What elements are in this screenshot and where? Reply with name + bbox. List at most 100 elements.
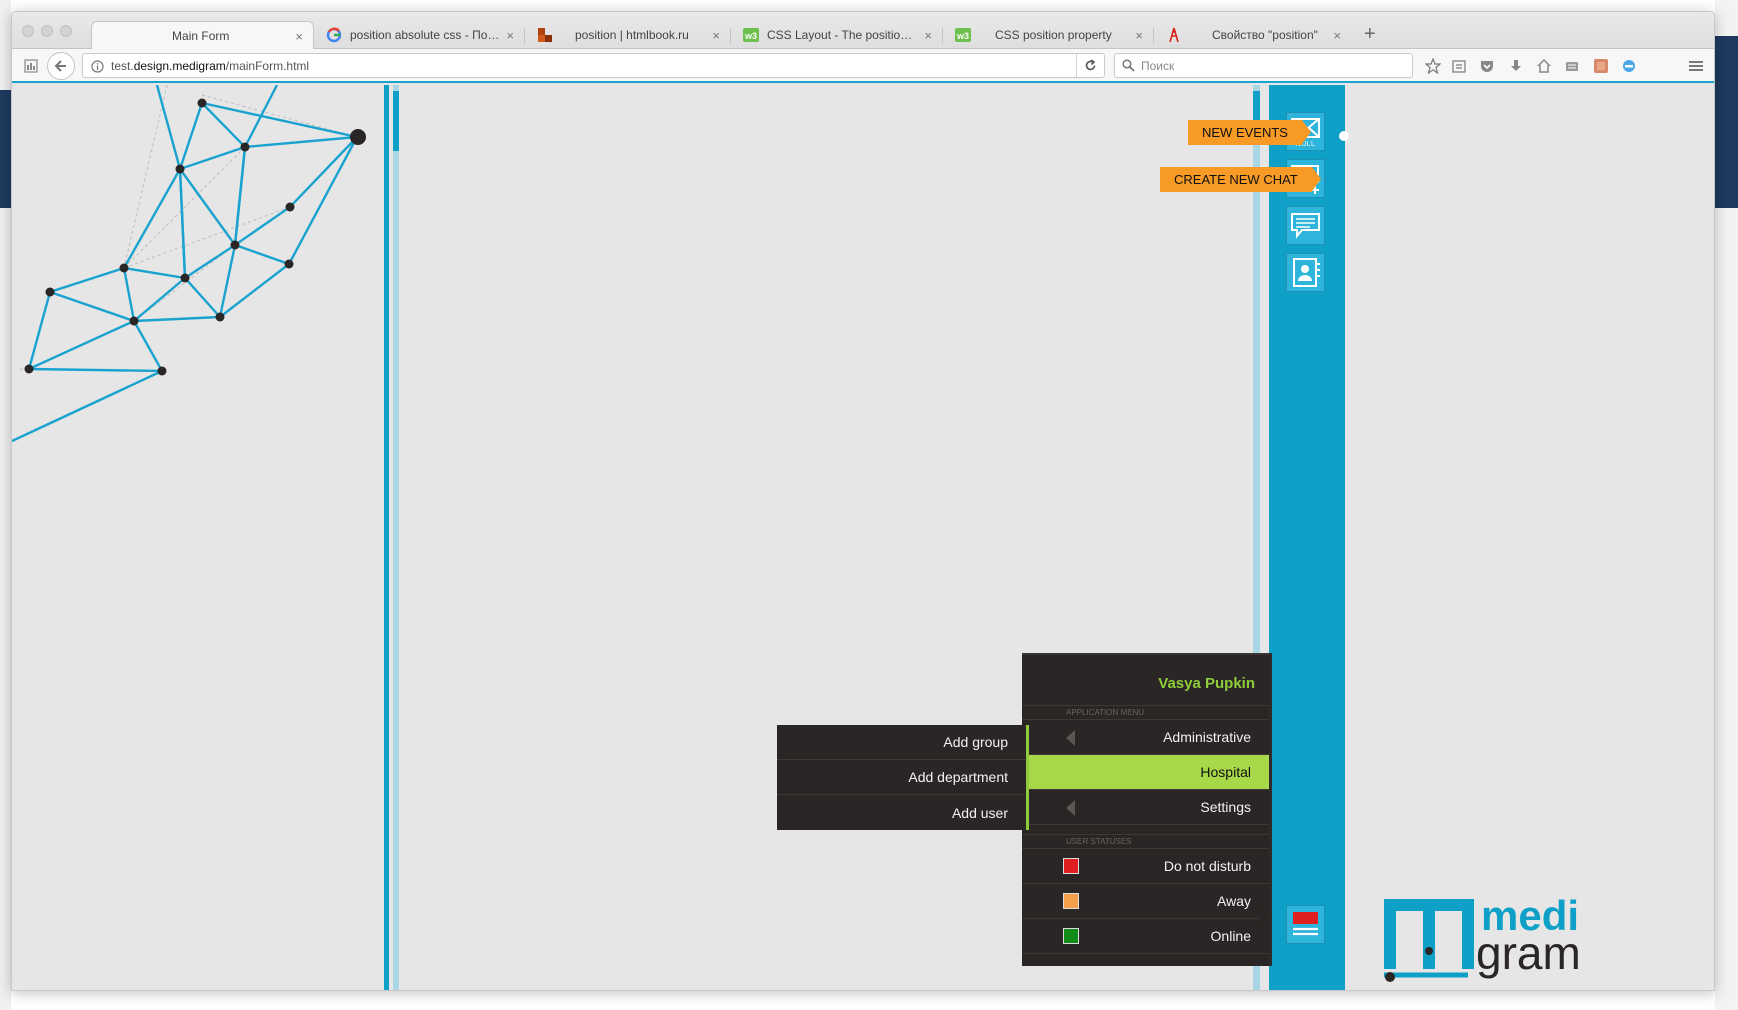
w3schools-icon: w3 [743, 28, 759, 42]
tab-close-icon[interactable]: × [712, 28, 720, 43]
status-color-square [1063, 893, 1079, 909]
reading-list-icon[interactable] [1451, 58, 1467, 74]
w3schools-icon: w3 [955, 28, 971, 42]
back-button[interactable] [47, 52, 75, 80]
htmlbook-icon [538, 28, 552, 42]
tab-close-icon[interactable]: × [924, 28, 932, 43]
tab-w3schools-layout[interactable]: w3 CSS Layout - The position ... × [731, 21, 942, 49]
status-online[interactable]: Online [1022, 919, 1269, 954]
menu-icon[interactable] [1688, 58, 1704, 74]
user-statuses-label: USER STATUSES [1022, 834, 1269, 849]
menu-item-label: Administrative [1163, 729, 1251, 745]
zoom-window-button[interactable] [60, 25, 72, 37]
download-icon[interactable] [1508, 58, 1524, 74]
left-scroll-thumb[interactable] [393, 91, 399, 151]
chat-icon [1291, 213, 1320, 239]
submenu-item-label: Add department [908, 769, 1008, 785]
svg-text:w3: w3 [744, 31, 757, 41]
status-do-not-disturb[interactable]: Do not disturb [1022, 849, 1269, 884]
close-window-button[interactable] [22, 25, 34, 37]
menu-item-label: Settings [1200, 799, 1251, 815]
status-label: Away [1217, 893, 1251, 909]
tab-close-icon[interactable]: × [1135, 28, 1143, 43]
submenu-item-add-user[interactable]: Add user [777, 795, 1026, 830]
bookmark-star-icon[interactable] [1425, 58, 1441, 74]
medigram-logo: medi gram [1384, 892, 1581, 982]
reload-button[interactable] [1076, 54, 1104, 77]
logo-text-gram: gram [1476, 927, 1581, 979]
status-flag-icon [1293, 912, 1318, 936]
left-divider-bar [384, 85, 389, 990]
url-prefix: test. [111, 58, 134, 73]
submenu-item-add-department[interactable]: Add department [777, 760, 1026, 795]
background-page-right [1715, 0, 1738, 1010]
url-text: test.design.medigram/mainForm.html [83, 59, 309, 73]
user-name: Vasya Pupkin [1158, 675, 1255, 692]
tab-label: position absolute css - Пои... [350, 28, 501, 42]
create-chat-label: CREATE NEW CHAT [1174, 172, 1298, 187]
submenu-item-label: Add user [951, 804, 1008, 821]
menu-item-hospital[interactable]: Hospital [1013, 755, 1269, 790]
status-label: Do not disturb [1163, 858, 1251, 874]
search-input[interactable]: Поиск [1114, 53, 1413, 78]
url-bar[interactable]: test.design.medigram/mainForm.html [82, 53, 1105, 78]
status-menu-button[interactable] [1286, 905, 1325, 944]
tab-label: CSS Layout - The position ... [767, 28, 919, 42]
menu-item-label: Hospital [1200, 764, 1251, 780]
tab-close-icon[interactable]: × [1333, 28, 1341, 43]
sync-icon[interactable] [1621, 58, 1637, 74]
menu-pointer-icon [1259, 907, 1269, 927]
search-icon [1122, 59, 1135, 72]
tower-icon [1169, 27, 1179, 43]
url-domain: design.medigram [133, 58, 226, 73]
user-menu: Vasya Pupkin APPLICATION MENU Administra… [1013, 653, 1272, 966]
side-panel: NULL [1269, 85, 1349, 990]
sidebar-icon[interactable] [24, 59, 38, 73]
chats-button[interactable] [1286, 206, 1325, 245]
status-label: Online [1210, 928, 1251, 944]
reload-icon [1085, 59, 1096, 71]
left-scroll-track[interactable] [393, 85, 399, 990]
info-icon[interactable] [91, 60, 104, 73]
chevron-left-icon [1066, 730, 1075, 746]
google-icon [326, 27, 342, 43]
tab-htmlbook[interactable]: position | htmlbook.ru × [525, 21, 730, 49]
addon-icon[interactable] [1593, 58, 1609, 74]
submenu-item-label: Add group [943, 734, 1008, 750]
minimize-window-button[interactable] [41, 25, 53, 37]
background-page-left [0, 0, 11, 1010]
tab-label: Свойство "position" [1212, 28, 1318, 42]
menu-item-administrative[interactable]: Administrative [1022, 720, 1269, 755]
new-events-label: NEW EVENTS [1202, 125, 1288, 140]
new-events-tag[interactable]: NEW EVENTS [1188, 120, 1311, 145]
tab-close-icon[interactable]: × [506, 28, 514, 43]
tab-label: position | htmlbook.ru [575, 28, 689, 42]
tab-close-icon[interactable]: × [295, 29, 303, 44]
tab-bar: Main Form × position absolute css - Пои.… [12, 12, 1714, 50]
tab-label: Main Form [172, 29, 230, 43]
status-color-square [1063, 928, 1079, 944]
tab-w3schools-position[interactable]: w3 CSS position property × [943, 21, 1153, 49]
tab-main-form[interactable]: Main Form × [91, 21, 314, 50]
contacts-book-icon [1293, 258, 1320, 287]
status-color-square [1063, 858, 1079, 874]
search-placeholder: Поиск [1141, 58, 1175, 73]
create-new-chat-tag[interactable]: CREATE NEW CHAT [1160, 167, 1321, 192]
submenu-item-add-group[interactable]: Add group [777, 725, 1026, 760]
new-tab-button[interactable]: + [1364, 24, 1376, 44]
home-icon[interactable] [1536, 58, 1552, 74]
contacts-button[interactable] [1286, 253, 1325, 292]
pocket-icon[interactable] [1479, 58, 1495, 74]
tab-google-search[interactable]: position absolute css - Пои... × [314, 21, 524, 49]
back-arrow-icon [54, 60, 66, 72]
chevron-left-icon [1066, 800, 1075, 816]
navigation-bar: test.design.medigram/mainForm.html Поиск [12, 49, 1714, 83]
tab-position-property[interactable]: Свойство "position" × [1154, 21, 1351, 49]
status-away[interactable]: Away [1022, 884, 1269, 919]
browser-window: Main Form × position absolute css - Пои.… [11, 11, 1715, 991]
extension-icon[interactable] [1564, 58, 1580, 74]
menu-item-settings[interactable]: Settings [1022, 790, 1269, 825]
network-graphic [12, 85, 366, 443]
application-menu-label: APPLICATION MENU [1022, 705, 1269, 720]
tab-label: CSS position property [995, 28, 1112, 42]
